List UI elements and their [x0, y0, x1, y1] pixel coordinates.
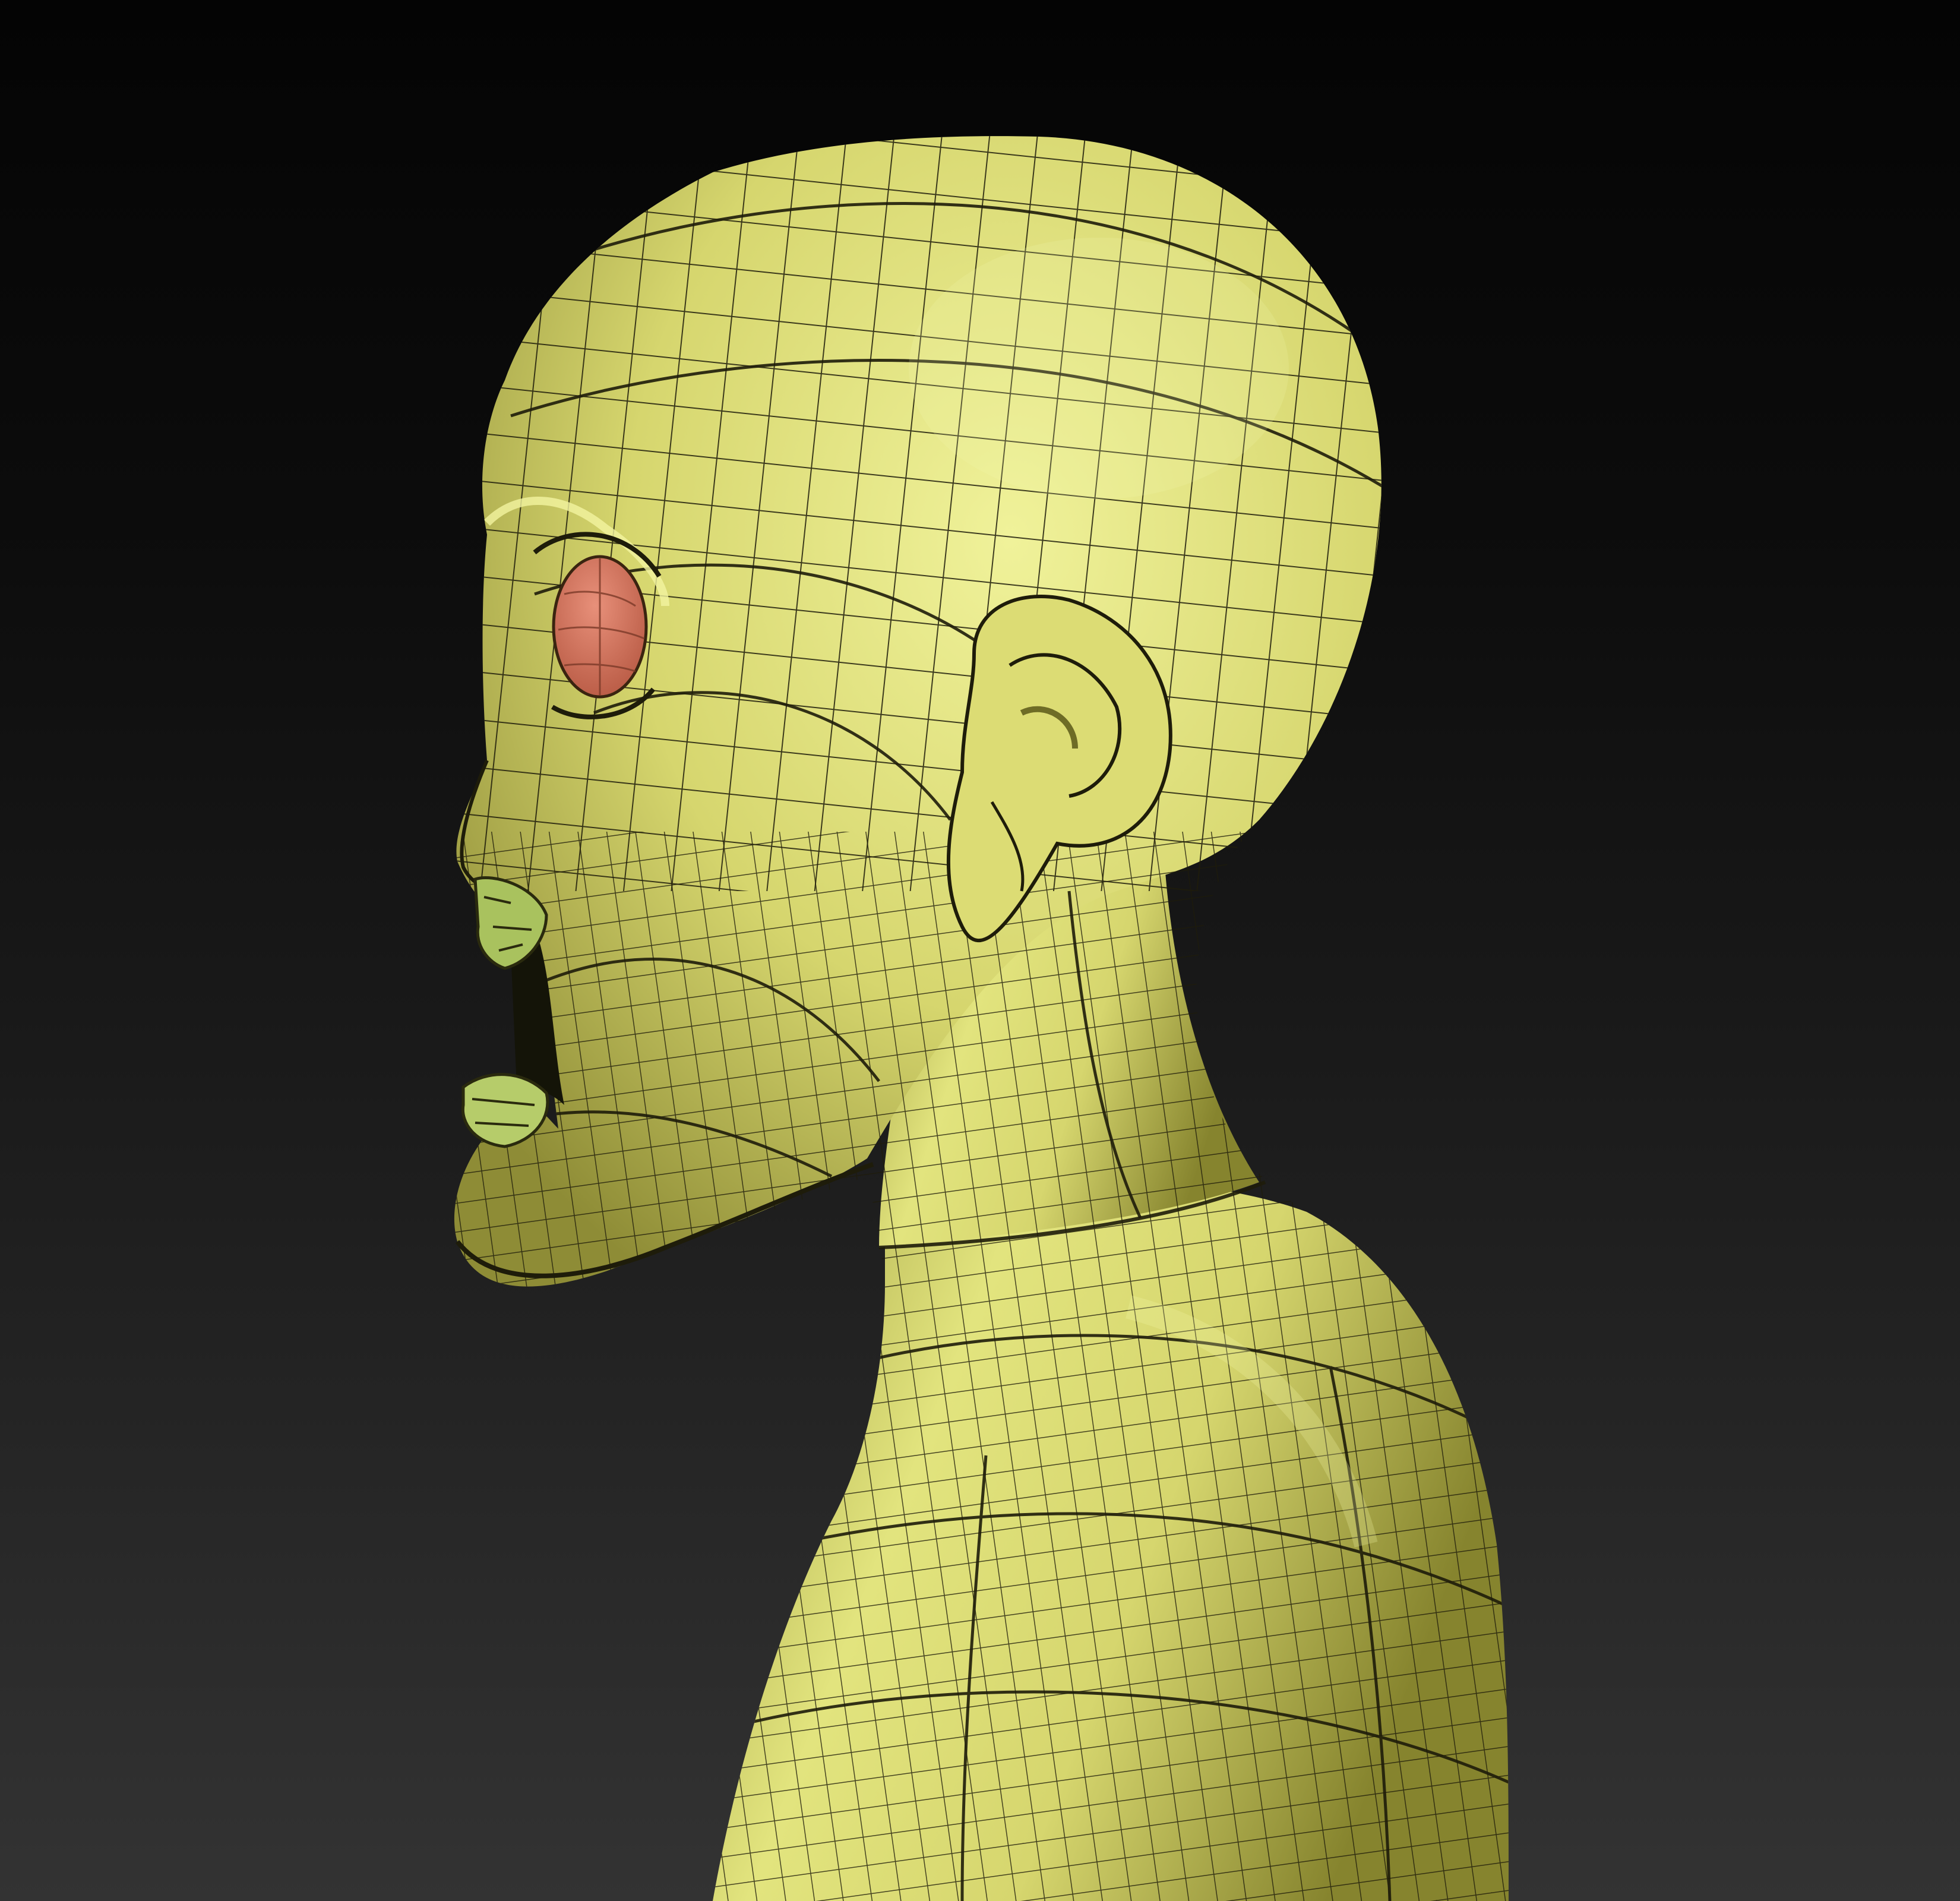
sculpt-canvas[interactable]	[0, 0, 1960, 1901]
3d-viewport[interactable]	[0, 0, 1960, 1901]
sculpt-model[interactable]	[416, 119, 1544, 1901]
skull-highlight	[909, 238, 1289, 499]
